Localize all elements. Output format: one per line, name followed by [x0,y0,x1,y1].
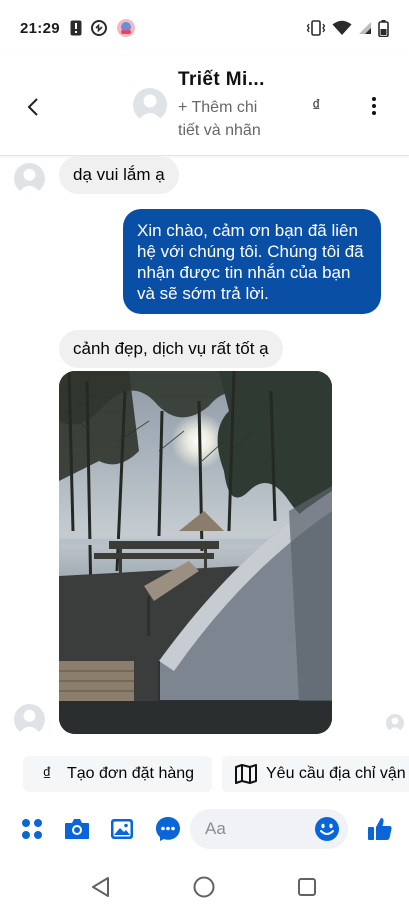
sender-avatar[interactable] [14,704,45,735]
create-order-chip[interactable]: ₫ Tạo đơn đặt hàng [23,756,212,792]
currency-dong-icon[interactable]: ₫ [312,96,321,116]
message-bubble-incoming[interactable]: dạ vui lắm ạ [59,156,179,194]
wifi-icon [332,20,352,35]
default-avatar-icon [17,709,42,735]
default-avatar-icon [388,717,402,732]
alert-notification-icon [70,20,82,36]
quick-replies: ₫ Tạo đơn đặt hàng Yêu cầu địa chỉ vận c… [0,756,409,792]
signal-icon [359,22,371,34]
nav-recents-icon[interactable] [294,874,320,900]
gallery-icon[interactable] [108,815,136,843]
menu-grid-icon[interactable] [18,815,46,843]
nav-home-icon[interactable] [191,874,217,900]
chevron-left-icon [27,98,38,116]
message-bubble-outgoing[interactable]: Xin chào, cảm ơn bạn đã liên hệ với chún… [123,209,381,314]
camera-icon[interactable] [63,815,91,843]
dong-icon: ₫ [42,763,52,784]
data-saver-icon [90,20,107,36]
contact-avatar[interactable] [133,88,167,122]
app-notification-icon [116,19,135,37]
message-composer [0,806,409,852]
chat-bubble-icon[interactable] [154,815,182,843]
chip-label: Yêu cầu địa chỉ vận chuyển [266,765,409,782]
chip-label: Tạo đơn đặt hàng [67,765,195,782]
default-avatar-icon [17,168,42,194]
campsite-photo [59,371,332,734]
nav-back-icon[interactable] [88,874,114,900]
message-photo[interactable] [59,371,332,734]
emoji-icon[interactable] [313,815,341,843]
system-navigation-bar [0,860,409,913]
shipping-address-chip[interactable]: Yêu cầu địa chỉ vận chuyển [222,756,409,792]
like-icon[interactable] [366,815,394,843]
sender-avatar[interactable] [14,163,45,194]
default-avatar-icon [137,94,163,122]
back-button[interactable] [20,94,46,120]
conversation-header: Triết Mi... + Thêm chi tiết và nhãn ₫ [0,56,409,156]
map-icon [234,764,258,784]
contact-name[interactable]: Triết Mi... [178,69,265,91]
battery-icon [378,19,389,37]
more-options-icon[interactable] [364,94,384,118]
message-bubble-incoming[interactable]: cảnh đẹp, dịch vụ rất tốt ạ [59,330,283,368]
status-time: 21:29 [20,19,60,37]
seen-indicator-avatar [386,714,404,732]
add-details-link[interactable]: + Thêm chi tiết và nhãn [178,96,283,142]
status-bar: 21:29 [0,0,409,56]
vibrate-icon [306,20,326,36]
